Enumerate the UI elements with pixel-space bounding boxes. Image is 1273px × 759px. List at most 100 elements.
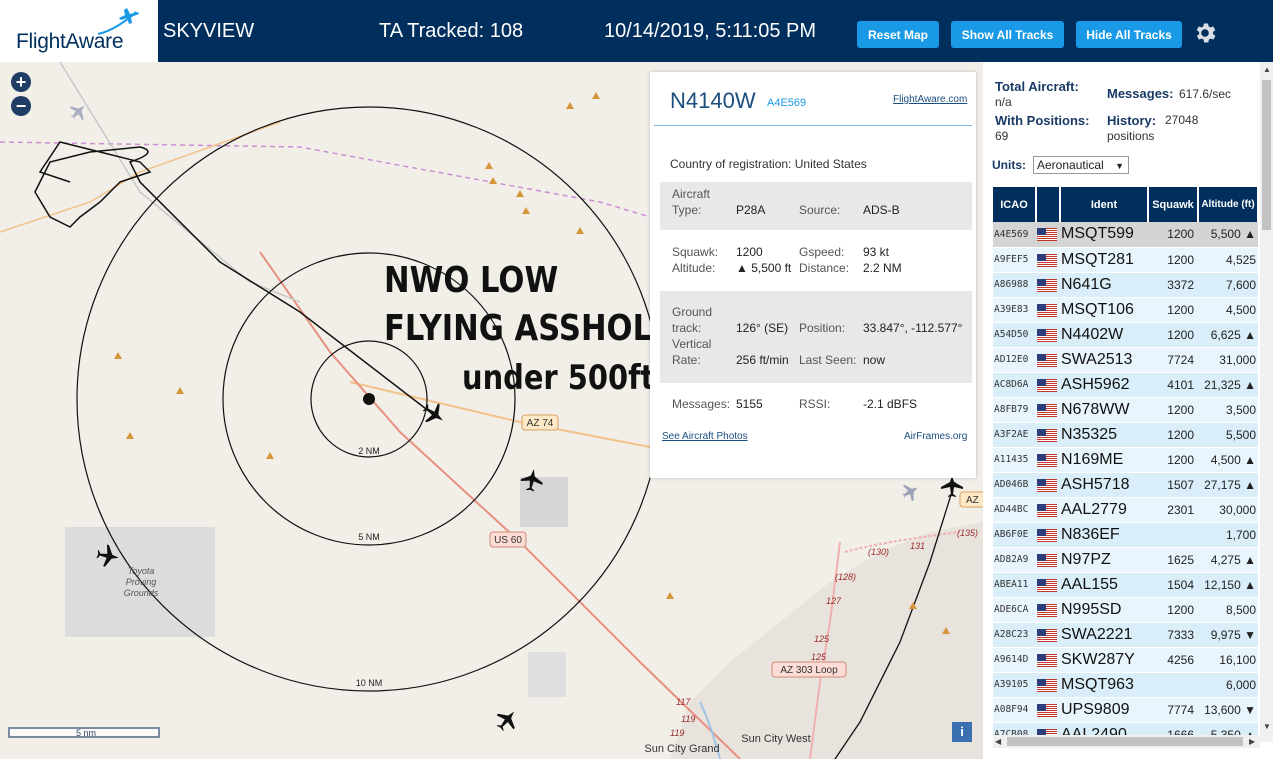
table-row[interactable]: AC8D6A ASH5962 4101 21,325 ▲ xyxy=(993,372,1258,398)
column-header-icao[interactable]: ICAO xyxy=(993,187,1037,222)
altitude-label: Altitude: xyxy=(672,261,716,275)
aircraft-icon-gray[interactable] xyxy=(899,480,923,504)
us-flag-icon xyxy=(1037,577,1057,592)
column-header-flag[interactable] xyxy=(1036,187,1061,222)
cell-ident: ASH5962 xyxy=(1060,372,1148,398)
horizontal-scrollbar[interactable]: ◀ ▶ xyxy=(993,735,1260,748)
cell-flag xyxy=(1036,572,1060,598)
table-row[interactable]: A9614D SKW287Y 4256 16,100 xyxy=(993,647,1258,673)
cell-ident: N836EF xyxy=(1060,522,1148,548)
us-flag-icon xyxy=(1037,627,1057,642)
scroll-left-icon[interactable]: ◀ xyxy=(995,737,1001,746)
us-flag-icon xyxy=(1037,652,1057,667)
svg-text:117: 117 xyxy=(676,697,691,707)
us-flag-icon xyxy=(1037,727,1057,735)
table-row[interactable]: ABEA11 AAL155 1504 12,150 ▲ xyxy=(993,572,1258,598)
table-row[interactable]: AD12E0 SWA2513 7724 31,000 xyxy=(993,347,1258,373)
cell-icao: A3F2AE xyxy=(993,422,1036,448)
table-row[interactable]: A9FEF5 MSQT281 1200 4,525 xyxy=(993,247,1258,273)
header-bar: FlightAware SKYVIEW TA Tracked: 108 10/1… xyxy=(0,0,1273,62)
cell-icao: A86988 xyxy=(993,272,1036,298)
popup-registration: N4140W xyxy=(670,88,756,113)
gear-icon[interactable] xyxy=(1192,20,1218,46)
zoom-in-button[interactable]: + xyxy=(11,72,31,92)
table-row[interactable]: AD82A9 N97PZ 1625 4,275 ▲ xyxy=(993,547,1258,573)
gray-area xyxy=(520,477,568,527)
airframes-link[interactable]: AirFrames.org xyxy=(904,431,967,442)
cell-flag xyxy=(1036,672,1060,698)
scroll-up-icon[interactable]: ▲ xyxy=(1263,65,1271,74)
cell-ident: SKW287Y xyxy=(1060,647,1148,673)
country-value: United States xyxy=(794,157,867,171)
cell-squawk: 1504 xyxy=(1148,572,1198,598)
road-label-az74: AZ 74 xyxy=(527,418,554,429)
column-header-squawk[interactable]: Squawk xyxy=(1148,187,1199,222)
cell-altitude: 31,000 xyxy=(1198,347,1258,373)
table-row[interactable]: A39E83 MSQT106 1200 4,500 xyxy=(993,297,1258,323)
cell-squawk: 4256 xyxy=(1148,647,1198,673)
range-label-10nm: 10 NM xyxy=(356,678,383,688)
popup-country: Country of registration: United States xyxy=(670,157,867,171)
scale-bar: 5 nm xyxy=(8,727,160,738)
cell-squawk: 1625 xyxy=(1148,547,1198,573)
table-row[interactable]: A39105 MSQT963 6,000 xyxy=(993,672,1258,698)
aircraft-table-wrap[interactable]: ICAO Ident Squawk Altitude (ft) A4E569 MS… xyxy=(993,187,1258,735)
vertical-scrollbar[interactable]: ▲ ▼ xyxy=(1260,62,1273,742)
cell-squawk: 7774 xyxy=(1148,697,1198,723)
cell-squawk: 1200 xyxy=(1148,597,1198,623)
info-button[interactable]: i xyxy=(952,722,972,742)
table-row[interactable]: A3F2AE N35325 1200 5,500 xyxy=(993,422,1258,448)
cell-squawk: 1200 xyxy=(1148,447,1198,473)
column-header-altitude[interactable]: Altitude (ft) xyxy=(1198,187,1258,222)
vertical-scroll-thumb[interactable] xyxy=(1262,80,1271,230)
table-row[interactable]: A8FB79 N678WW 1200 3,500 xyxy=(993,397,1258,423)
table-row[interactable]: AB6F0E N836EF 1,700 xyxy=(993,522,1258,548)
us-flag-icon xyxy=(1037,477,1057,492)
table-row[interactable]: AD046B ASH5718 1507 27,175 ▲ xyxy=(993,472,1258,498)
us-flag-icon xyxy=(1037,527,1057,542)
cell-flag xyxy=(1036,347,1060,373)
table-row[interactable]: A7CB08 AAL2490 1666 5,350 ▲ xyxy=(993,722,1258,735)
table-row[interactable]: A86988 N641G 3372 7,600 xyxy=(993,272,1258,298)
aircraft-rows: A4E569 MSQT599 1200 5,500 ▲ A9FEF5 MSQT281 120… xyxy=(993,222,1258,735)
aircraft-sidebar: Total Aircraft: n/a Messages: 617.6/sec … xyxy=(983,62,1273,759)
table-row[interactable]: A28C23 SWA2221 7333 9,975 ▼ xyxy=(993,622,1258,648)
flightaware-logo[interactable]: FlightAware xyxy=(0,0,158,62)
table-row[interactable]: AD44BC AAL2779 2301 30,000 xyxy=(993,497,1258,523)
zoom-out-button[interactable]: − xyxy=(11,96,31,116)
flightaware-link[interactable]: FlightAware.com xyxy=(893,94,967,105)
place-label-sun-city-grand: Sun City Grand xyxy=(644,743,719,755)
show-all-tracks-button[interactable]: Show All Tracks xyxy=(951,21,1064,48)
history-value: 27048 xyxy=(1165,113,1199,127)
road-label-edge: AZ xyxy=(966,495,979,506)
cell-squawk: 7333 xyxy=(1148,622,1198,648)
column-header-ident[interactable]: Ident xyxy=(1060,187,1149,222)
cell-squawk: 1200 xyxy=(1148,397,1198,423)
table-row[interactable]: A11435 N169ME 1200 4,500 ▲ xyxy=(993,447,1258,473)
us-flag-icon xyxy=(1037,252,1057,267)
scroll-down-icon[interactable]: ▼ xyxy=(1263,722,1271,731)
distance-label: Distance: xyxy=(799,261,850,275)
cell-icao: A8FB79 xyxy=(993,397,1036,423)
see-aircraft-photos-link[interactable]: See Aircraft Photos xyxy=(662,431,748,442)
hide-all-tracks-button[interactable]: Hide All Tracks xyxy=(1076,21,1182,48)
cell-ident: N641G xyxy=(1060,272,1148,298)
table-row[interactable]: A08F94 UPS9809 7774 13,600 ▼ xyxy=(993,697,1258,723)
reset-map-button[interactable]: Reset Map xyxy=(857,21,939,48)
cell-altitude: 3,500 xyxy=(1198,397,1258,423)
aircraft-icon-selected[interactable] xyxy=(419,399,450,430)
table-row[interactable]: ADE6CA N995SD 1200 8,500 xyxy=(993,597,1258,623)
cell-altitude: 7,600 xyxy=(1198,272,1258,298)
scroll-right-icon[interactable]: ▶ xyxy=(1249,737,1255,746)
horizontal-scroll-thumb[interactable] xyxy=(1007,737,1243,746)
table-row[interactable]: A4E569 MSQT599 1200 5,500 ▲ xyxy=(993,222,1258,248)
place-label-toyota-1: Toyota xyxy=(128,566,155,576)
aircraft-icon-gray[interactable] xyxy=(66,99,91,124)
aircraft-icon[interactable] xyxy=(492,705,523,736)
with-positions-label: With Positions: xyxy=(995,113,1090,128)
app-name: SKYVIEW xyxy=(163,20,255,42)
cell-icao: AC8D6A xyxy=(993,372,1036,398)
units-select[interactable]: Aeronautical ▼ xyxy=(1033,156,1129,174)
cell-ident: SWA2221 xyxy=(1060,622,1148,648)
table-row[interactable]: A54D50 N4402W 1200 6,625 ▲ xyxy=(993,322,1258,348)
